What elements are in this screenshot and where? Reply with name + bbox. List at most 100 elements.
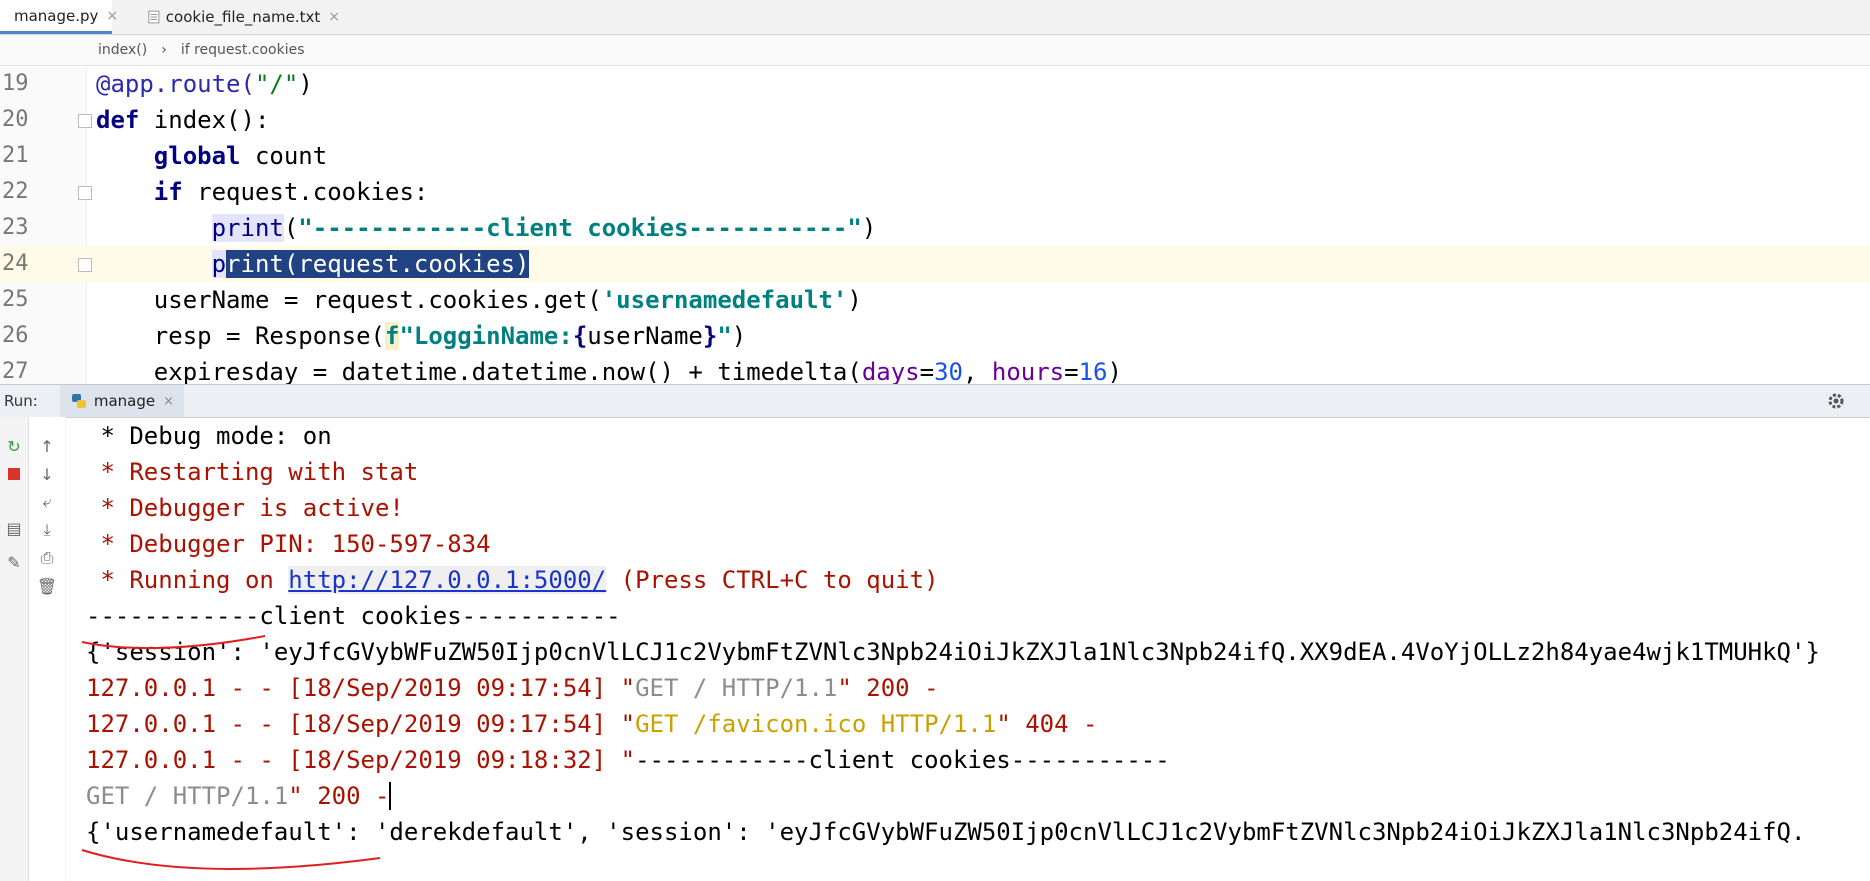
breadcrumb: index() › if request.cookies: [0, 35, 1870, 66]
trash-icon[interactable]: 🗑: [36, 575, 58, 597]
console-line: * Running on http://127.0.0.1:5000/ (Pre…: [86, 562, 939, 598]
pin-icon[interactable]: ✎: [3, 551, 25, 573]
python-icon: [71, 394, 86, 408]
code-text: {: [572, 322, 588, 350]
console-line: 127.0.0.1 - - [18/Sep/2019 09:17:54] "GE…: [86, 706, 1097, 742]
selected-text: rint(request.cookies): [226, 250, 530, 278]
string-literal: 'usernamedefault': [601, 286, 848, 314]
console-text: 127.0.0.1 - - [18/Sep/2019 09:17:54] ": [86, 674, 636, 702]
console-line: 127.0.0.1 - - [18/Sep/2019 09:18:32] "--…: [86, 742, 1170, 778]
line-number: 21: [2, 143, 29, 168]
tab-label: manage.py: [14, 6, 99, 25]
layout-icon[interactable]: ▤: [3, 517, 25, 539]
code-line: 21 global count: [0, 138, 1870, 174]
code-line: 20 def index():: [0, 102, 1870, 138]
code-text: }: [702, 322, 718, 350]
chevron-right-icon: ›: [161, 42, 167, 58]
console-text: GET / HTTP/1.1: [86, 782, 289, 810]
console-line: {'session': 'eyJfcGVybWFuZW50Ijp0cnVlLCJ…: [86, 638, 1820, 666]
decorator: @app.route(: [96, 70, 255, 98]
code-editor[interactable]: 19 @app.route("/") 20 def index(): 21 gl…: [0, 66, 1870, 384]
string-literal: ": [717, 322, 732, 350]
number-literal: 30: [934, 358, 963, 384]
run-toolbar-secondary: ↑ ↓ ⤶ ⤓ ⎙ 🗑: [29, 417, 66, 881]
keyword: if: [153, 178, 183, 206]
tab-manage-py[interactable]: manage.py ×: [0, 0, 118, 34]
code-text: ): [847, 286, 862, 314]
string-literal: "/": [254, 70, 299, 98]
close-icon[interactable]: ×: [163, 394, 174, 409]
server-url-link[interactable]: http://127.0.0.1:5000/: [288, 566, 607, 594]
console-text: " 404 -: [996, 710, 1098, 738]
run-tool-window-header: Run: manage ×: [0, 384, 1870, 418]
code-text: expiresday = datetime.datetime.now() + t…: [153, 358, 862, 384]
run-label: Run:: [4, 392, 38, 410]
run-toolbar-primary: ↻ ▤ ✎: [0, 417, 29, 881]
close-icon[interactable]: ×: [328, 9, 340, 25]
soft-wrap-icon[interactable]: ⤶: [36, 491, 58, 513]
string-literal: "------------client cookies-----------": [298, 214, 862, 242]
console-text: 127.0.0.1 - - [18/Sep/2019 09:17:54] ": [86, 710, 636, 738]
console-line: {'usernamedefault': 'derekdefault', 'ses…: [86, 818, 1806, 846]
scroll-to-end-icon[interactable]: ⤓: [36, 519, 58, 541]
console-line: GET / HTTP/1.1" 200 -​: [86, 778, 392, 814]
console-text: GET /favicon.ico HTTP/1.1: [635, 710, 997, 738]
fstring-prefix: f: [384, 322, 400, 350]
console-text: 127.0.0.1 - - [18/Sep/2019 09:18:32] ": [86, 746, 636, 774]
print-icon[interactable]: ⎙: [36, 547, 58, 569]
line-number: 23: [2, 215, 29, 240]
console-line: 127.0.0.1 - - [18/Sep/2019 09:17:54] "GE…: [86, 670, 939, 706]
arrow-down-icon[interactable]: ↓: [36, 463, 58, 485]
builtin-print: print: [211, 214, 284, 242]
fold-marker-icon[interactable]: [78, 186, 92, 200]
code-text: resp = Response(: [153, 322, 385, 350]
code-line: 26 resp = Response(f"LogginName:{userNam…: [0, 318, 1870, 354]
code-text: userName: [587, 322, 703, 350]
console-line: * Debugger is active!: [86, 494, 404, 522]
keyword-argument: hours: [991, 358, 1065, 384]
tab-label: cookie_file_name.txt: [165, 8, 321, 26]
code-line: 22 if request.cookies:: [0, 174, 1870, 210]
code-text: =: [919, 358, 935, 384]
rerun-icon[interactable]: ↻: [3, 435, 25, 457]
run-console-output[interactable]: * Debug mode: on * Restarting with stat …: [86, 418, 1870, 881]
code-line: 19 @app.route("/"): [0, 66, 1870, 102]
code-text: (: [283, 214, 299, 242]
code-text: userName = request.cookies.get(: [153, 286, 602, 314]
breadcrumb-item-index[interactable]: index(): [98, 42, 147, 58]
keyword: def: [96, 106, 140, 134]
line-number: 20: [2, 107, 29, 132]
tab-cookie-file[interactable]: cookie_file_name.txt ×: [140, 0, 340, 34]
builtin-print: p: [211, 250, 227, 278]
console-line: * Restarting with stat: [86, 458, 419, 486]
breadcrumb-item-if[interactable]: if request.cookies: [181, 42, 305, 58]
text-file-icon: [148, 10, 160, 24]
string-literal: "LogginName:: [399, 322, 573, 350]
line-number: 25: [2, 287, 29, 312]
arrow-up-icon[interactable]: ↑: [36, 435, 58, 457]
console-text: " 200 -: [837, 674, 939, 702]
run-tab-label: manage: [93, 392, 156, 410]
gear-icon[interactable]: [1826, 391, 1846, 411]
console-text: " 200 -: [288, 782, 390, 810]
line-number: 26: [2, 323, 29, 348]
console-text: ------------client cookies-----------: [635, 746, 1170, 774]
editor-tab-bar: manage.py × cookie_file_name.txt ×: [0, 0, 1870, 35]
line-number: 22: [2, 179, 29, 204]
console-line: * Debugger PIN: 150-597-834: [86, 530, 491, 558]
run-tab-manage[interactable]: manage ×: [59, 385, 184, 417]
stop-icon[interactable]: [3, 463, 25, 485]
code-line: 27 expiresday = datetime.datetime.now() …: [0, 354, 1870, 384]
close-icon[interactable]: ×: [106, 8, 118, 24]
fold-marker-icon[interactable]: [78, 114, 92, 128]
keyword: global: [153, 142, 241, 170]
console-line: ------------client cookies-----------: [86, 602, 621, 630]
fold-marker-icon[interactable]: [78, 258, 92, 272]
code-line: 25 userName = request.cookies.get('usern…: [0, 282, 1870, 318]
console-text: * Running on: [86, 566, 289, 594]
line-number: 27: [2, 359, 29, 384]
code-text: index():: [139, 106, 270, 134]
number-literal: 16: [1078, 358, 1108, 384]
console-text: (Press CTRL+C to quit): [606, 566, 939, 594]
keyword-argument: days: [861, 358, 920, 384]
